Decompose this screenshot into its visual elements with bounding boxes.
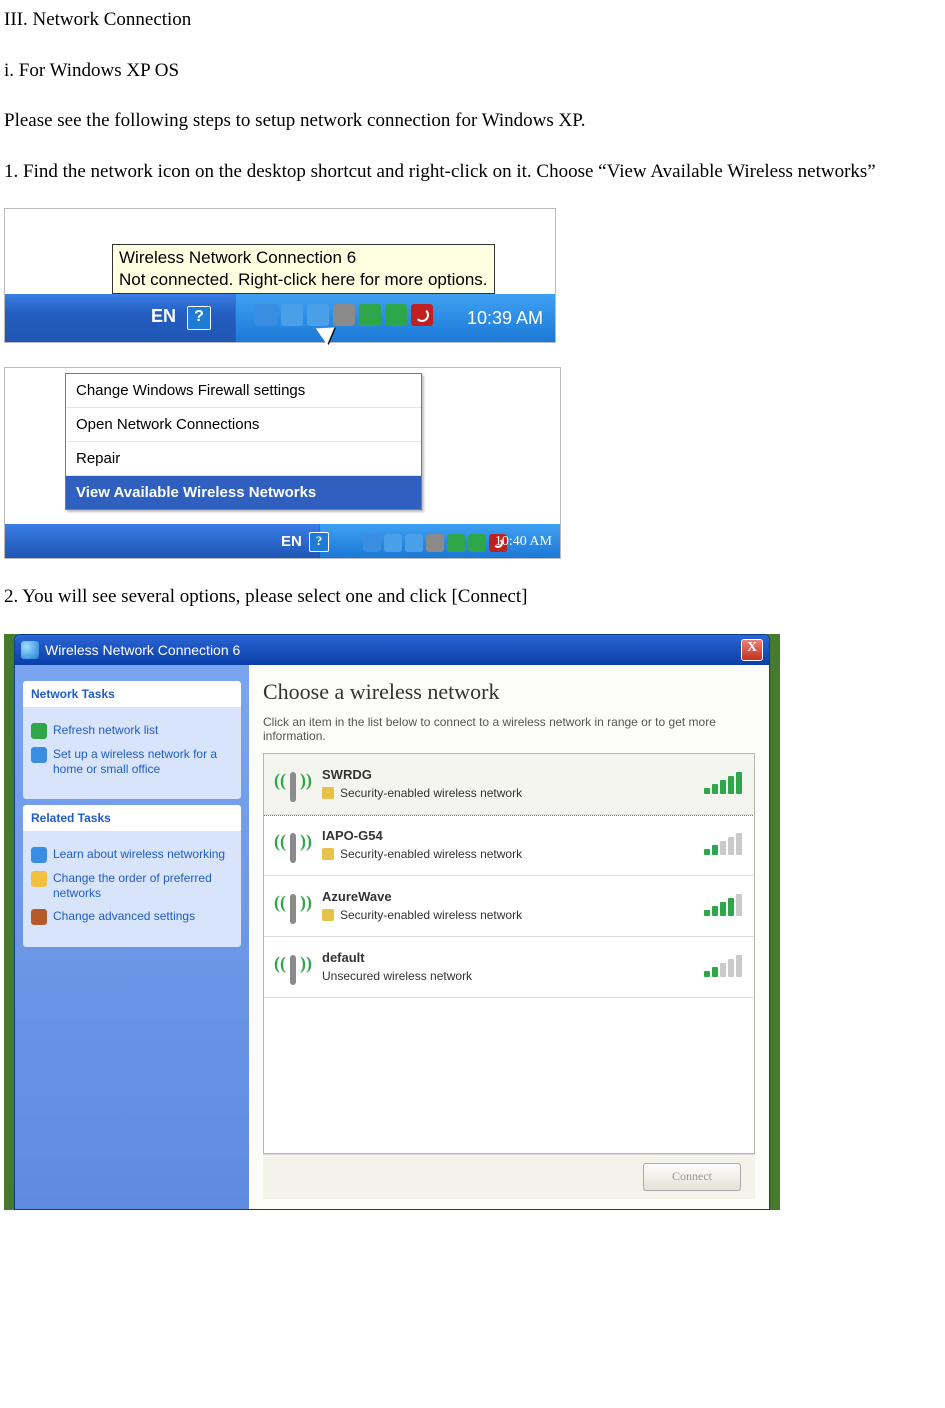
taskbar: EN ? 10:39 AM	[5, 294, 555, 342]
signal-icon	[704, 835, 742, 855]
panel-header-network-tasks: Network Tasks	[23, 681, 241, 707]
taskbar: EN ? 10:40 AM	[5, 524, 560, 558]
link-refresh-list[interactable]: Refresh network list	[31, 723, 233, 739]
antenna-icon	[276, 764, 310, 804]
network-item[interactable]: AzureWave Security-enabled wireless netwo…	[264, 876, 754, 937]
language-indicator[interactable]: EN	[151, 306, 176, 327]
help-icon[interactable]: ?	[309, 532, 329, 552]
signal-icon	[704, 896, 742, 916]
network-name: default	[322, 950, 692, 965]
side-panel: Network Tasks Refresh network list Set u…	[15, 665, 249, 1209]
panel-header-related-tasks: Related Tasks	[23, 805, 241, 831]
network-icon[interactable]	[281, 304, 303, 326]
tray-icon[interactable]	[426, 534, 444, 552]
network-icon[interactable]	[384, 534, 402, 552]
signal-icon	[704, 774, 742, 794]
network-subtitle: Unsecured wireless network	[322, 969, 692, 983]
dialog-titlebar: Wireless Network Connection 6 X	[15, 635, 769, 665]
help-icon[interactable]: ?	[187, 306, 211, 330]
main-hint: Click an item in the list below to conne…	[263, 715, 755, 743]
intro-text: Please see the following steps to setup …	[4, 107, 945, 136]
screenshot-context-menu: Change Windows Firewall settings Open Ne…	[4, 367, 561, 559]
antenna-icon	[276, 825, 310, 865]
taskbar-clock: 10:40 AM	[495, 534, 552, 550]
link-learn[interactable]: Learn about wireless networking	[31, 847, 233, 863]
screenshot-tray-tooltip: Wireless Network Connection 6 Not connec…	[4, 208, 556, 343]
dialog-footer: Connect	[263, 1154, 755, 1199]
network-item[interactable]: IAPO-G54 Security-enabled wireless networ…	[264, 815, 754, 876]
tray-icon[interactable]	[468, 534, 486, 552]
taskbar-clock: 10:39 AM	[467, 308, 543, 329]
tray-icon[interactable]	[255, 304, 277, 326]
network-subtitle: Security-enabled wireless network	[322, 847, 692, 861]
system-tray	[363, 534, 507, 552]
network-name: SWRDG	[322, 767, 692, 782]
wireless-dialog: Wireless Network Connection 6 X Network …	[14, 634, 770, 1210]
link-setup-network[interactable]: Set up a wireless network for a home or …	[31, 747, 233, 777]
link-change-order[interactable]: Change the order of preferred networks	[31, 871, 233, 901]
lock-icon	[322, 787, 334, 799]
antivirus-icon[interactable]	[411, 304, 433, 326]
network-subtitle: Security-enabled wireless network	[322, 908, 692, 922]
antenna-icon	[276, 947, 310, 987]
language-indicator[interactable]: EN	[281, 533, 302, 550]
wireless-icon	[21, 641, 39, 659]
connect-button[interactable]: Connect	[643, 1163, 741, 1191]
signal-icon	[704, 957, 742, 977]
screenshot-wireless-dialog: Wireless Network Connection 6 X Network …	[4, 634, 780, 1210]
tooltip-line-2: Not connected. Right-click here for more…	[119, 269, 488, 291]
menu-item-repair[interactable]: Repair	[66, 442, 421, 476]
tray-icon[interactable]	[359, 304, 381, 326]
tray-context-menu: Change Windows Firewall settings Open Ne…	[65, 373, 422, 510]
wireless-icon[interactable]	[405, 534, 423, 552]
dialog-title: Wireless Network Connection 6	[45, 642, 240, 658]
system-tray	[255, 304, 433, 326]
menu-item-open-connections[interactable]: Open Network Connections	[66, 408, 421, 442]
step-1-text: 1. Find the network icon on the desktop …	[4, 158, 945, 187]
settings-icon	[31, 909, 47, 925]
tray-icon[interactable]	[385, 304, 407, 326]
menu-item-view-wireless[interactable]: View Available Wireless Networks	[66, 476, 421, 509]
main-heading: Choose a wireless network	[263, 679, 755, 705]
main-panel: Choose a wireless network Click an item …	[249, 665, 769, 1209]
antenna-icon	[276, 886, 310, 926]
star-icon	[31, 871, 47, 887]
step-2-text: 2. You will see several options, please …	[4, 583, 945, 612]
tooltip-line-1: Wireless Network Connection 6	[119, 247, 488, 269]
info-icon	[31, 847, 47, 863]
subsection-heading: i. For Windows XP OS	[4, 57, 945, 86]
tray-tooltip: Wireless Network Connection 6 Not connec…	[112, 244, 495, 294]
close-button[interactable]: X	[741, 639, 763, 661]
setup-icon	[31, 747, 47, 763]
tray-icon[interactable]	[447, 534, 465, 552]
menu-item-firewall[interactable]: Change Windows Firewall settings	[66, 374, 421, 408]
tray-icon[interactable]	[363, 534, 381, 552]
network-item[interactable]: SWRDG Security-enabled wireless network	[264, 754, 754, 815]
refresh-icon	[31, 723, 47, 739]
lock-icon	[322, 909, 334, 921]
lock-icon	[322, 848, 334, 860]
network-list: SWRDGSecurity-enabled wireless networkIA…	[263, 753, 755, 1154]
network-subtitle: Security-enabled wireless network	[322, 786, 692, 800]
network-name: AzureWave	[322, 889, 692, 904]
section-heading: III. Network Connection	[4, 6, 945, 35]
network-name: IAPO-G54	[322, 828, 692, 843]
network-item[interactable]: default Unsecured wireless network	[264, 937, 754, 998]
link-advanced[interactable]: Change advanced settings	[31, 909, 233, 925]
tray-icon[interactable]	[333, 304, 355, 326]
